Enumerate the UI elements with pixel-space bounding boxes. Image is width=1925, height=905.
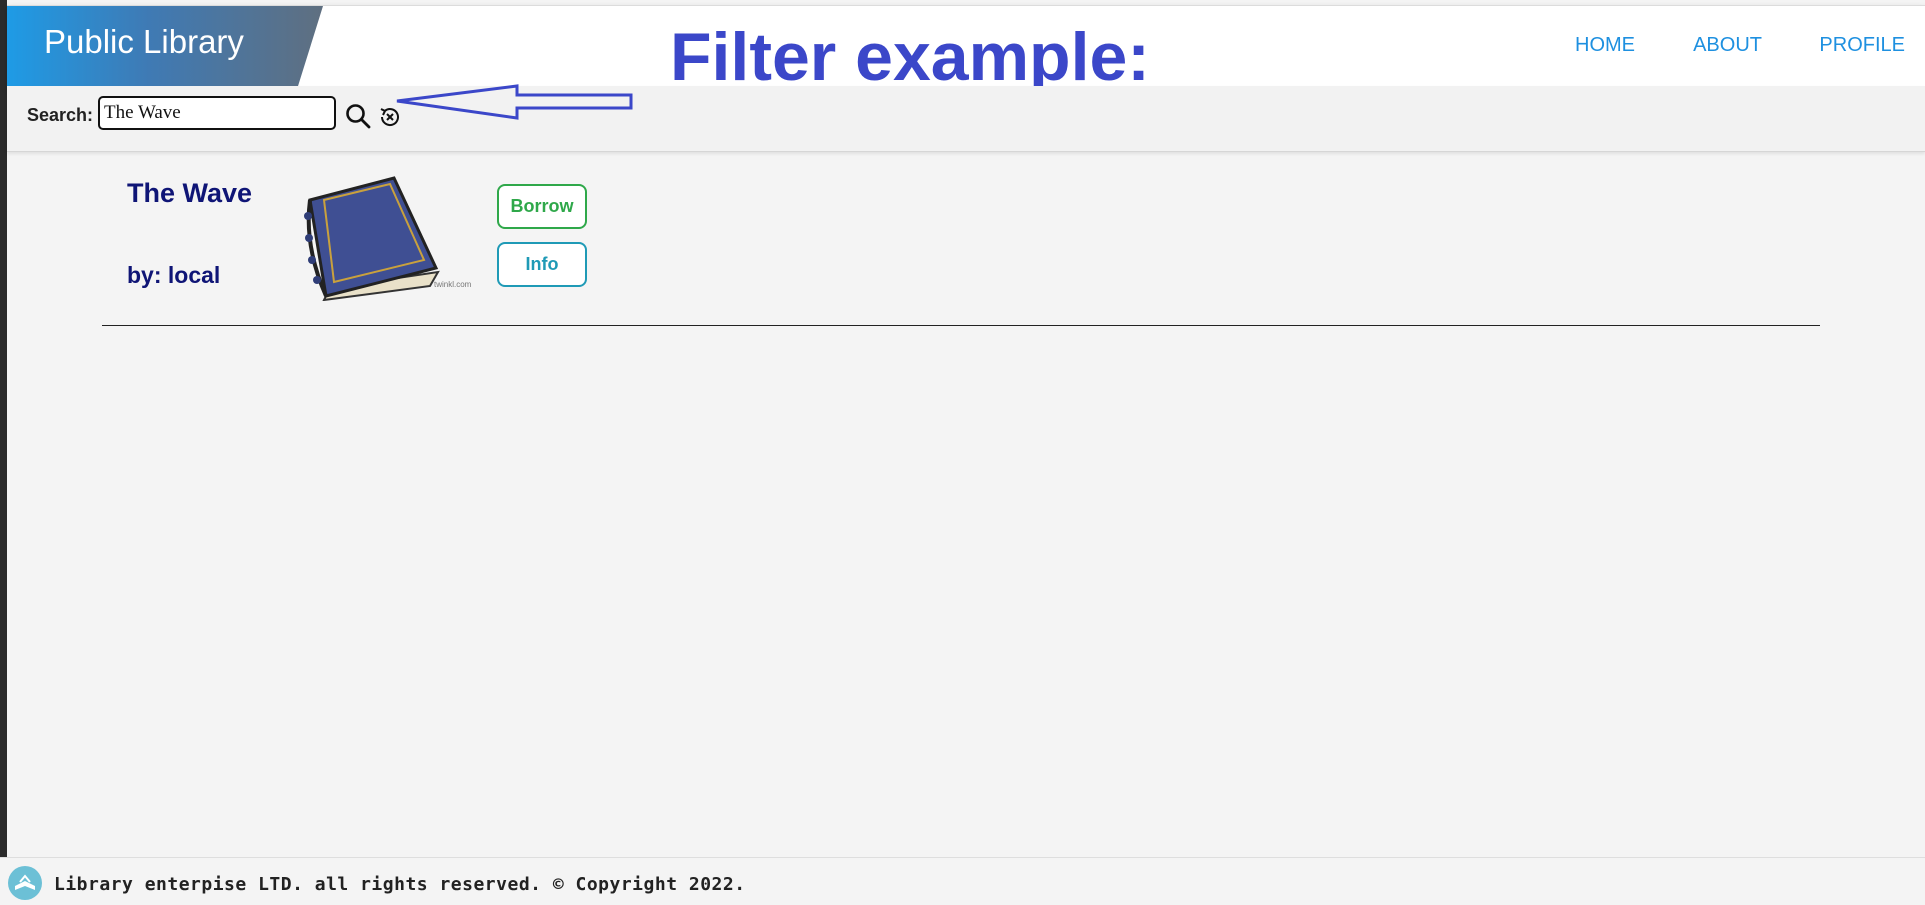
borrow-button[interactable]: Borrow xyxy=(497,184,587,229)
book-author: by: local xyxy=(127,262,221,288)
window-edge xyxy=(0,0,7,896)
page-footer: Library enterpise LTD. all rights reserv… xyxy=(0,857,1925,900)
brand-title[interactable]: Public Library xyxy=(44,23,244,61)
nav-home[interactable]: HOME xyxy=(1575,34,1635,57)
info-button[interactable]: Info xyxy=(497,242,587,287)
search-label: Search: xyxy=(27,105,94,125)
nav-profile[interactable]: PROFILE xyxy=(1819,34,1905,57)
result-divider xyxy=(102,325,1820,326)
image-credit: twinkl.com xyxy=(434,280,472,289)
copyright-text: Library enterpise LTD. all rights reserv… xyxy=(54,874,746,895)
book-cover-image: twinkl.com xyxy=(304,176,472,301)
search-input[interactable] xyxy=(98,96,336,130)
annotation-heading: Filter example: xyxy=(670,19,1150,95)
search-icon[interactable] xyxy=(345,103,371,129)
library-logo-icon xyxy=(8,866,42,900)
annotation-arrow xyxy=(396,84,633,120)
search-bar: Search: xyxy=(7,86,1925,152)
book-title: The Wave xyxy=(127,178,253,208)
nav-about[interactable]: ABOUT xyxy=(1693,34,1762,57)
